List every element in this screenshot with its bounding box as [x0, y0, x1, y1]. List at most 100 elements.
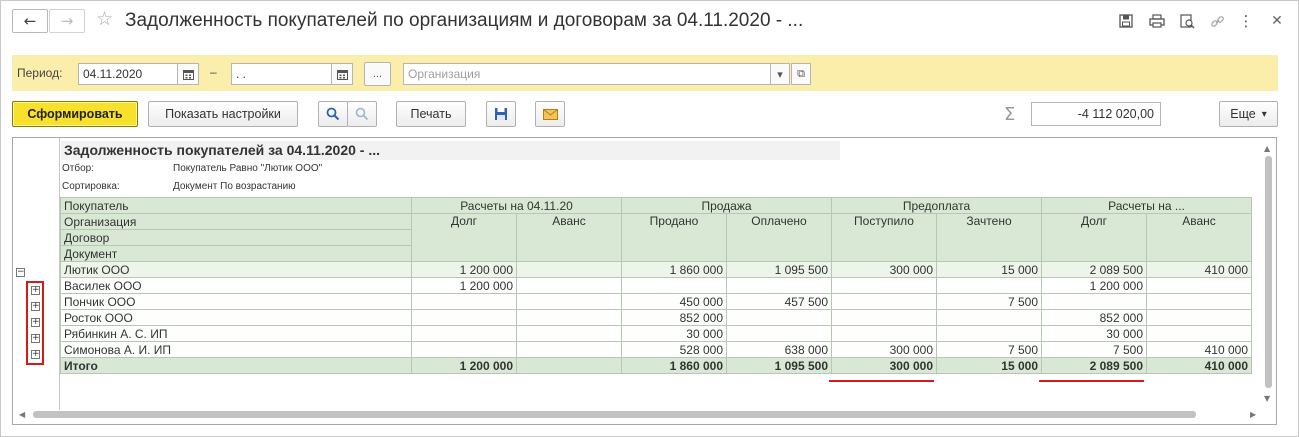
organization-open-button[interactable]: ⧉ — [791, 63, 811, 85]
row-name: Василек ООО — [60, 277, 412, 294]
preview-icon[interactable] — [1176, 10, 1198, 32]
table-cell: 2 089 500 — [1041, 357, 1147, 374]
table-cell: 7 500 — [1041, 341, 1147, 358]
scroll-down-icon[interactable]: ▼ — [1264, 394, 1270, 403]
row-name: Росток ООО — [60, 309, 412, 326]
table-cell — [1146, 325, 1252, 342]
table-cell: 15 000 — [936, 261, 1042, 278]
table-cell — [831, 277, 937, 294]
period-dash: – — [210, 65, 217, 79]
table-cell — [1041, 293, 1147, 310]
filter-label: Отбор: — [62, 163, 94, 174]
forward-button[interactable]: → — [49, 9, 85, 33]
header-organization: Организация — [60, 213, 412, 230]
table-cell: 410 000 — [1146, 261, 1252, 278]
date-to-input[interactable]: . . — [231, 63, 332, 85]
header-contract: Договор — [60, 229, 412, 246]
table-row[interactable]: Василек ООО 1 200 000 1 200 000 — [60, 277, 1252, 294]
period-select-button[interactable]: ... — [364, 62, 391, 86]
scroll-left-icon[interactable]: ◀ — [19, 410, 25, 419]
table-row[interactable]: Росток ООО 852 000 852 000 — [60, 309, 1252, 326]
table-cell — [516, 293, 622, 310]
header-row-2: Организация Долг Аванс Продано Оплачено … — [60, 213, 1252, 262]
more-vertical-icon[interactable]: ⋮ — [1235, 10, 1257, 32]
arrow-left-icon: ← — [23, 12, 37, 30]
organization-input[interactable]: Организация — [403, 63, 771, 85]
highlight-received-total — [829, 380, 934, 382]
header-received: Поступило — [831, 213, 937, 262]
table-cell: 1 200 000 — [411, 357, 517, 374]
table-cell — [1146, 293, 1252, 310]
table-cell: 300 000 — [831, 341, 937, 358]
table-cell — [516, 277, 622, 294]
header-advance: Аванс — [516, 213, 622, 262]
table-cell — [936, 325, 1042, 342]
search-button[interactable] — [318, 101, 348, 127]
table-cell: 7 500 — [936, 341, 1042, 358]
calendar-to-button[interactable] — [331, 63, 353, 85]
collapse-group-toggle[interactable]: − — [16, 268, 25, 277]
report-area[interactable]: Задолженность покупателей за 04.11.2020 … — [12, 137, 1277, 425]
search-icon — [326, 107, 340, 121]
table-cell — [516, 357, 622, 374]
scroll-right-icon[interactable]: ▶ — [1250, 410, 1256, 419]
table-cell: 852 000 — [1041, 309, 1147, 326]
calendar-icon — [182, 69, 194, 80]
group-row[interactable]: Лютик ООО 1 200 000 1 860 000 1 095 500 … — [60, 261, 1252, 278]
header-sale: Продажа — [621, 197, 832, 214]
table-cell — [726, 277, 832, 294]
table-row[interactable]: Симонова А. И. ИП 528 000 638 000 300 00… — [60, 341, 1252, 358]
vertical-scrollbar[interactable] — [1265, 156, 1272, 388]
table-cell — [516, 309, 622, 326]
table-cell: 2 089 500 — [1041, 261, 1147, 278]
date-from-input[interactable]: 04.11.2020 — [78, 63, 178, 85]
printer-icon[interactable] — [1146, 10, 1168, 32]
close-icon[interactable]: ✕ — [1266, 10, 1288, 32]
table-cell — [1146, 277, 1252, 294]
table-cell — [411, 341, 517, 358]
table-cell — [831, 293, 937, 310]
scroll-up-icon[interactable]: ▲ — [1264, 144, 1270, 153]
table-row[interactable]: Пончик ООО 450 000 457 500 7 500 — [60, 293, 1252, 310]
organization-dropdown-button[interactable]: ▾ — [770, 63, 790, 85]
horizontal-scrollbar[interactable] — [33, 411, 1196, 418]
table-cell — [516, 341, 622, 358]
floppy-icon — [495, 108, 507, 120]
header-settlements-start: Расчеты на 04.11.20 — [411, 197, 622, 214]
filter-bar: Период: 04.11.2020 – . . ... Организация… — [12, 55, 1278, 91]
link-icon[interactable] — [1206, 10, 1228, 32]
more-button[interactable]: Еще ▾ — [1219, 101, 1278, 127]
row-name: Рябинкин А. С. ИП — [60, 325, 412, 342]
search-cancel-button[interactable] — [347, 101, 377, 127]
highlight-debt-total — [1039, 380, 1144, 382]
calendar-from-button[interactable] — [177, 63, 199, 85]
table-cell — [831, 325, 937, 342]
report-table: Покупатель Расчеты на 04.11.20 Продажа П… — [60, 197, 1252, 374]
show-settings-button[interactable]: Показать настройки — [148, 101, 298, 127]
print-button[interactable]: Печать — [396, 101, 466, 127]
table-cell: 1 200 000 — [411, 261, 517, 278]
table-cell — [936, 309, 1042, 326]
table-cell: 15 000 — [936, 357, 1042, 374]
sum-field: -4 112 020,00 — [1031, 102, 1161, 126]
back-button[interactable]: ← — [12, 9, 48, 33]
table-cell: 410 000 — [1146, 341, 1252, 358]
header-sold: Продано — [621, 213, 727, 262]
send-email-button[interactable] — [535, 101, 565, 127]
table-cell: 1 860 000 — [621, 261, 727, 278]
save-icon[interactable] — [1115, 10, 1137, 32]
header-settlements-end: Расчеты на ... — [1041, 197, 1252, 214]
table-cell: 300 000 — [831, 357, 937, 374]
save-report-button[interactable] — [486, 101, 516, 127]
filter-value: Покупатель Равно "Лютик ООО" — [173, 163, 323, 174]
open-window-icon: ⧉ — [797, 67, 805, 80]
favorite-star-icon[interactable]: ☆ — [96, 8, 113, 30]
table-cell — [831, 309, 937, 326]
table-cell — [411, 293, 517, 310]
more-label: Еще — [1230, 107, 1256, 121]
table-row[interactable]: Рябинкин А. С. ИП 30 000 30 000 — [60, 325, 1252, 342]
generate-report-button[interactable]: Сформировать — [12, 101, 138, 127]
header-paid: Оплачено — [726, 213, 832, 262]
table-cell — [726, 325, 832, 342]
table-cell: 1 095 500 — [726, 357, 832, 374]
